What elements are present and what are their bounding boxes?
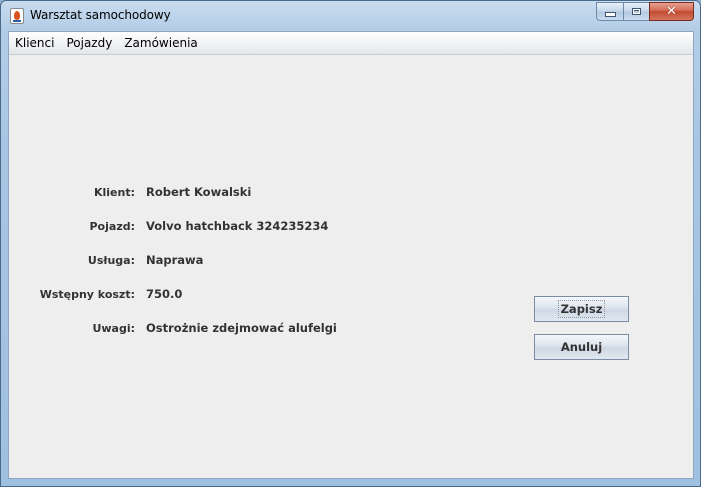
maximize-button[interactable] [623, 2, 649, 21]
vehicle-label: Pojazd: [89, 220, 136, 233]
save-button[interactable]: Zapisz [534, 296, 629, 322]
menu-bar: Klienci Pojazdy Zamówienia [9, 32, 693, 55]
vehicle-value: Volvo hatchback 324235234 [146, 219, 329, 233]
cancel-button-label: Anuluj [560, 340, 603, 354]
minimize-icon [604, 12, 616, 17]
content-panel: Klienci Pojazdy Zamówienia Klient: Rober… [8, 31, 694, 479]
cost-value: 750.0 [146, 287, 183, 301]
window-controls: ✕ [596, 2, 694, 22]
close-button[interactable]: ✕ [649, 2, 694, 21]
window-title: Warsztat samochodowy [30, 8, 171, 22]
menu-klienci[interactable]: Klienci [9, 33, 60, 53]
app-window: Warsztat samochodowy ✕ Klienci Pojazdy Z… [0, 0, 701, 487]
service-value: Naprawa [146, 253, 204, 267]
save-button-label: Zapisz [557, 300, 606, 318]
service-label: Usługa: [87, 254, 135, 267]
maximize-icon [632, 8, 641, 15]
close-icon: ✕ [666, 4, 677, 19]
cost-label: Wstępny koszt: [39, 288, 135, 301]
menu-zamowienia[interactable]: Zamówienia [118, 33, 203, 53]
title-bar[interactable]: Warsztat samochodowy ✕ [1, 1, 700, 31]
client-value: Robert Kowalski [146, 185, 252, 199]
cancel-button[interactable]: Anuluj [534, 334, 629, 360]
client-label: Klient: [93, 186, 135, 199]
notes-label: Uwagi: [92, 322, 135, 335]
java-icon[interactable] [10, 8, 24, 24]
minimize-button[interactable] [596, 2, 623, 21]
menu-pojazdy[interactable]: Pojazdy [60, 33, 118, 53]
notes-value: Ostrożnie zdejmować alufelgi [146, 321, 337, 335]
